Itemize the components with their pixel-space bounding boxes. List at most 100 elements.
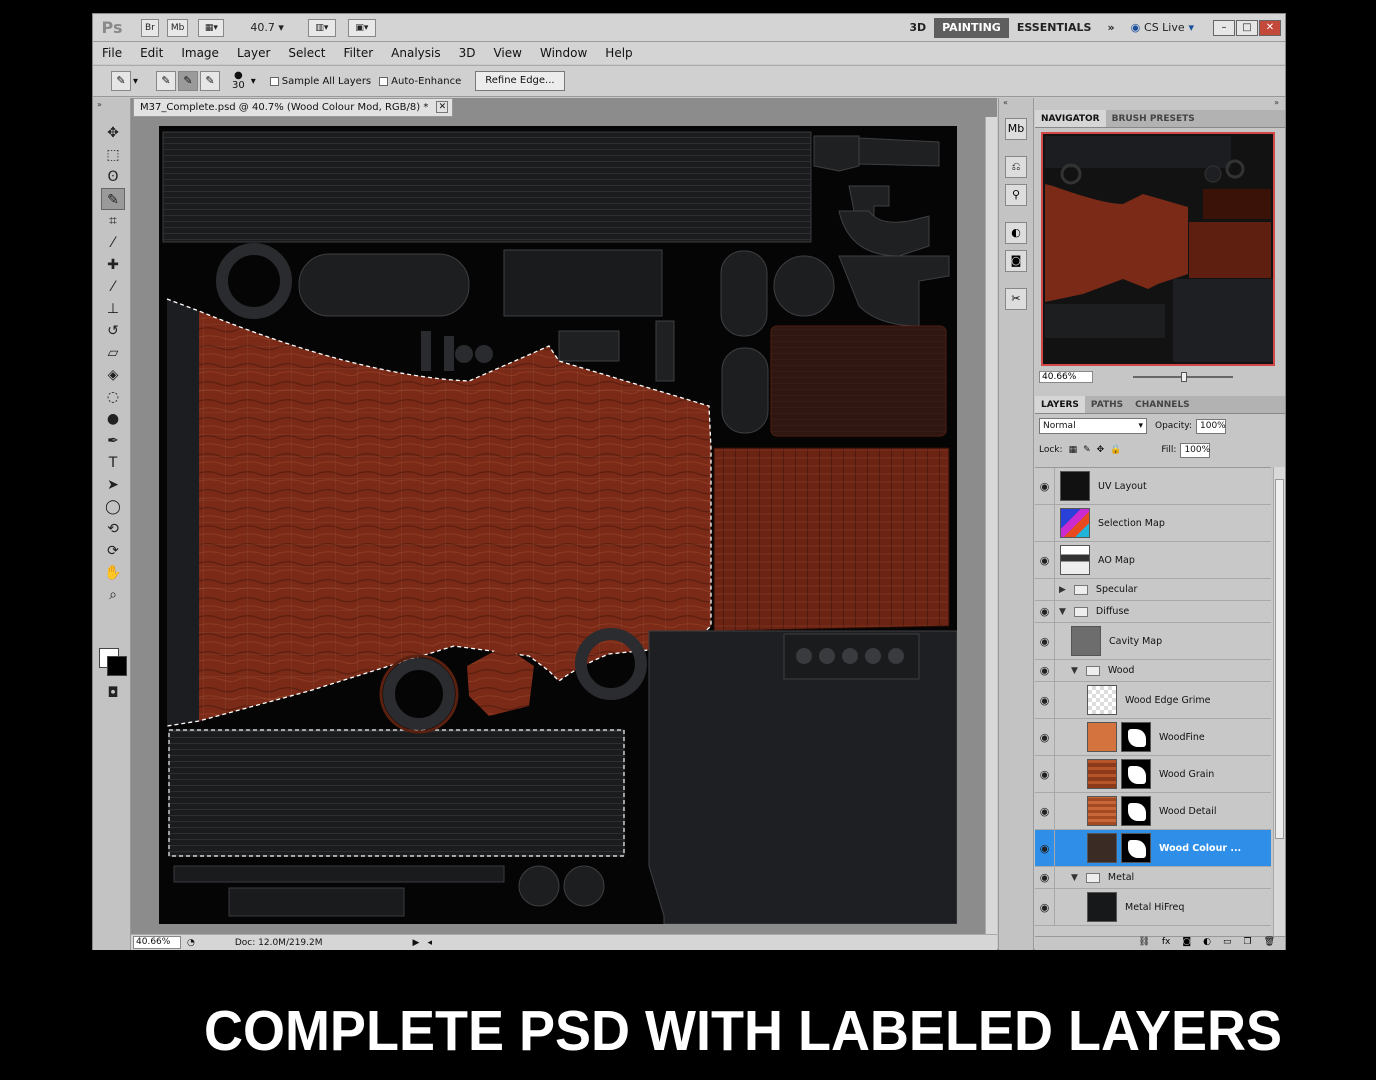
visibility-eye-icon[interactable]: ◉ — [1035, 601, 1055, 622]
tab-channels[interactable]: CHANNELS — [1129, 396, 1196, 413]
expand-group-icon[interactable]: ▶ — [1059, 585, 1066, 595]
scroll-left-icon[interactable]: ◂ — [427, 938, 432, 948]
layer-metal-hifreq[interactable]: ◉ Metal HiFreq — [1035, 889, 1271, 926]
brush-tool-icon[interactable]: ⁄ — [101, 276, 125, 298]
visibility-eye-icon[interactable]: ◉ — [1035, 579, 1055, 600]
collapse-group-icon[interactable]: ▼ — [1071, 666, 1078, 676]
marquee-tool-icon[interactable]: ⬚ — [101, 144, 125, 166]
menu-select[interactable]: Select — [279, 46, 334, 60]
preset-dropdown-icon[interactable]: ▾ — [133, 76, 138, 87]
menu-edit[interactable]: Edit — [131, 46, 172, 60]
brush-picker[interactable]: ● 30 — [232, 71, 245, 91]
adjustments-panel-icon[interactable]: ◐ — [1005, 222, 1027, 244]
menu-window[interactable]: Window — [531, 46, 596, 60]
collapse-group-icon[interactable]: ▼ — [1059, 607, 1066, 617]
menu-analysis[interactable]: Analysis — [382, 46, 449, 60]
healing-brush-tool-icon[interactable]: ✚ — [101, 254, 125, 276]
layers-scrollbar[interactable] — [1273, 467, 1285, 937]
close-icon[interactable]: ✕ — [1259, 20, 1281, 36]
lock-position-icon[interactable]: ✥ — [1097, 445, 1105, 455]
screen-mode-icon[interactable]: ▣▾ — [347, 18, 376, 37]
menu-view[interactable]: View — [484, 46, 530, 60]
lock-image-icon[interactable]: ✎ — [1083, 445, 1091, 455]
zoom-level-field[interactable]: 40.7 ▾ — [250, 21, 284, 34]
status-zoom-field[interactable]: 40.66% — [133, 936, 181, 949]
new-layer-icon[interactable]: ❐ — [1243, 937, 1251, 950]
image-canvas[interactable] — [159, 126, 957, 924]
layer-selection-map[interactable]: ◉ Selection Map — [1035, 505, 1271, 542]
lock-all-icon[interactable]: 🔒 — [1110, 445, 1121, 455]
visibility-eye-icon[interactable]: ◉ — [1035, 793, 1055, 829]
visibility-eye-icon[interactable]: ◉ — [1035, 468, 1055, 504]
layer-uv-layout[interactable]: ◉ UV Layout — [1035, 468, 1271, 505]
blur-tool-icon[interactable]: ◌ — [101, 386, 125, 408]
group-metal[interactable]: ◉ ▼ Metal — [1035, 867, 1271, 889]
zoom-slider-handle[interactable] — [1181, 372, 1187, 382]
layer-mask-thumbnail[interactable] — [1121, 796, 1151, 826]
menu-help[interactable]: Help — [596, 46, 641, 60]
visibility-eye-icon[interactable]: ◉ — [1035, 830, 1055, 866]
workspace-3d[interactable]: 3D — [901, 18, 934, 38]
tab-navigator[interactable]: NAVIGATOR — [1035, 110, 1106, 127]
layer-ao-map[interactable]: ◉ AO Map — [1035, 542, 1271, 579]
visibility-eye-icon[interactable]: ◉ — [1035, 719, 1055, 755]
quick-mask-icon[interactable]: ◘ — [101, 682, 125, 704]
new-group-icon[interactable]: ▭ — [1223, 937, 1232, 950]
3d-rotate-tool-icon[interactable]: ⟲ — [101, 518, 125, 540]
status-info-icon[interactable]: ◔ — [187, 938, 195, 948]
shape-tool-icon[interactable]: ◯ — [101, 496, 125, 518]
visibility-eye-icon[interactable]: ◉ — [1035, 623, 1055, 659]
3d-orbit-tool-icon[interactable]: ⟳ — [101, 540, 125, 562]
maximize-icon[interactable]: □ — [1236, 20, 1258, 36]
layer-wood-grain[interactable]: ◉ Wood Grain — [1035, 756, 1271, 793]
layer-mask-thumbnail[interactable] — [1121, 833, 1151, 863]
history-panel-icon[interactable]: ⎌ — [1005, 156, 1027, 178]
layer-woodfine[interactable]: ◉ WoodFine — [1035, 719, 1271, 756]
close-document-icon[interactable]: ✕ — [436, 101, 449, 113]
navigator-preview[interactable] — [1041, 132, 1275, 366]
expand-strip-icon[interactable]: « — [999, 98, 1033, 112]
refine-edge-button[interactable]: Refine Edge... — [475, 71, 565, 91]
navigator-zoom-slider[interactable] — [1133, 372, 1233, 382]
add-to-selection-icon[interactable]: ✎ — [178, 71, 199, 91]
subtract-from-selection-icon[interactable]: ✎ — [200, 71, 221, 91]
visibility-eye-icon[interactable]: ◉ — [1035, 889, 1055, 925]
blend-mode-select[interactable]: Normal ▾ — [1039, 418, 1147, 434]
dock-collapse-icon[interactable]: » — [1035, 98, 1285, 110]
pen-tool-icon[interactable]: ✒ — [101, 430, 125, 452]
group-diffuse[interactable]: ◉ ▼ Diffuse — [1035, 601, 1271, 623]
quick-selection-tool-icon[interactable]: ✎ — [101, 188, 125, 210]
auto-enhance-checkbox[interactable] — [379, 76, 389, 86]
adjustment-layer-icon[interactable]: ◐ — [1203, 937, 1211, 950]
layer-wood-colour-mod[interactable]: ◉ Wood Colour ... — [1035, 830, 1271, 867]
tab-layers[interactable]: LAYERS — [1035, 396, 1085, 413]
move-tool-icon[interactable]: ✥ — [101, 122, 125, 144]
menu-file[interactable]: File — [93, 46, 131, 60]
tools-presets-icon[interactable]: ✂ — [1005, 288, 1027, 310]
link-layers-icon[interactable]: ⛓ — [1138, 937, 1149, 950]
menu-3d[interactable]: 3D — [450, 46, 485, 60]
paint-bucket-tool-icon[interactable]: ◈ — [101, 364, 125, 386]
eyedropper-tool-icon[interactable]: ⁄ — [101, 232, 125, 254]
group-wood[interactable]: ◉ ▼ Wood — [1035, 660, 1271, 682]
new-selection-icon[interactable]: ✎ — [156, 71, 177, 91]
group-specular[interactable]: ◉ ▶ Specular — [1035, 579, 1271, 601]
more-workspaces-icon[interactable]: » — [1099, 18, 1122, 38]
clone-stamp-tool-icon[interactable]: ⊥ — [101, 298, 125, 320]
layer-mask-thumbnail[interactable] — [1121, 722, 1151, 752]
sample-all-layers-checkbox[interactable] — [269, 76, 279, 86]
collapse-panel-icon[interactable]: » — [93, 98, 130, 111]
collapse-group-icon[interactable]: ▼ — [1071, 873, 1078, 883]
zoom-tool-icon[interactable]: ⌕ — [101, 584, 125, 606]
visibility-eye-icon[interactable]: ◉ — [1035, 505, 1055, 541]
delete-layer-icon[interactable]: 🗑 — [1264, 937, 1275, 950]
mini-bridge-panel-icon[interactable]: Mb — [1005, 118, 1027, 140]
layer-mask-thumbnail[interactable] — [1121, 759, 1151, 789]
add-mask-icon[interactable]: ◙ — [1182, 937, 1191, 950]
type-tool-icon[interactable]: T — [101, 452, 125, 474]
tab-paths[interactable]: PATHS — [1085, 396, 1129, 413]
visibility-eye-icon[interactable]: ◉ — [1035, 867, 1055, 888]
view-extras-icon[interactable]: ▦▾ — [198, 18, 225, 37]
hand-tool-icon[interactable]: ✋ — [101, 562, 125, 584]
tab-brush-presets[interactable]: BRUSH PRESETS — [1106, 110, 1201, 127]
